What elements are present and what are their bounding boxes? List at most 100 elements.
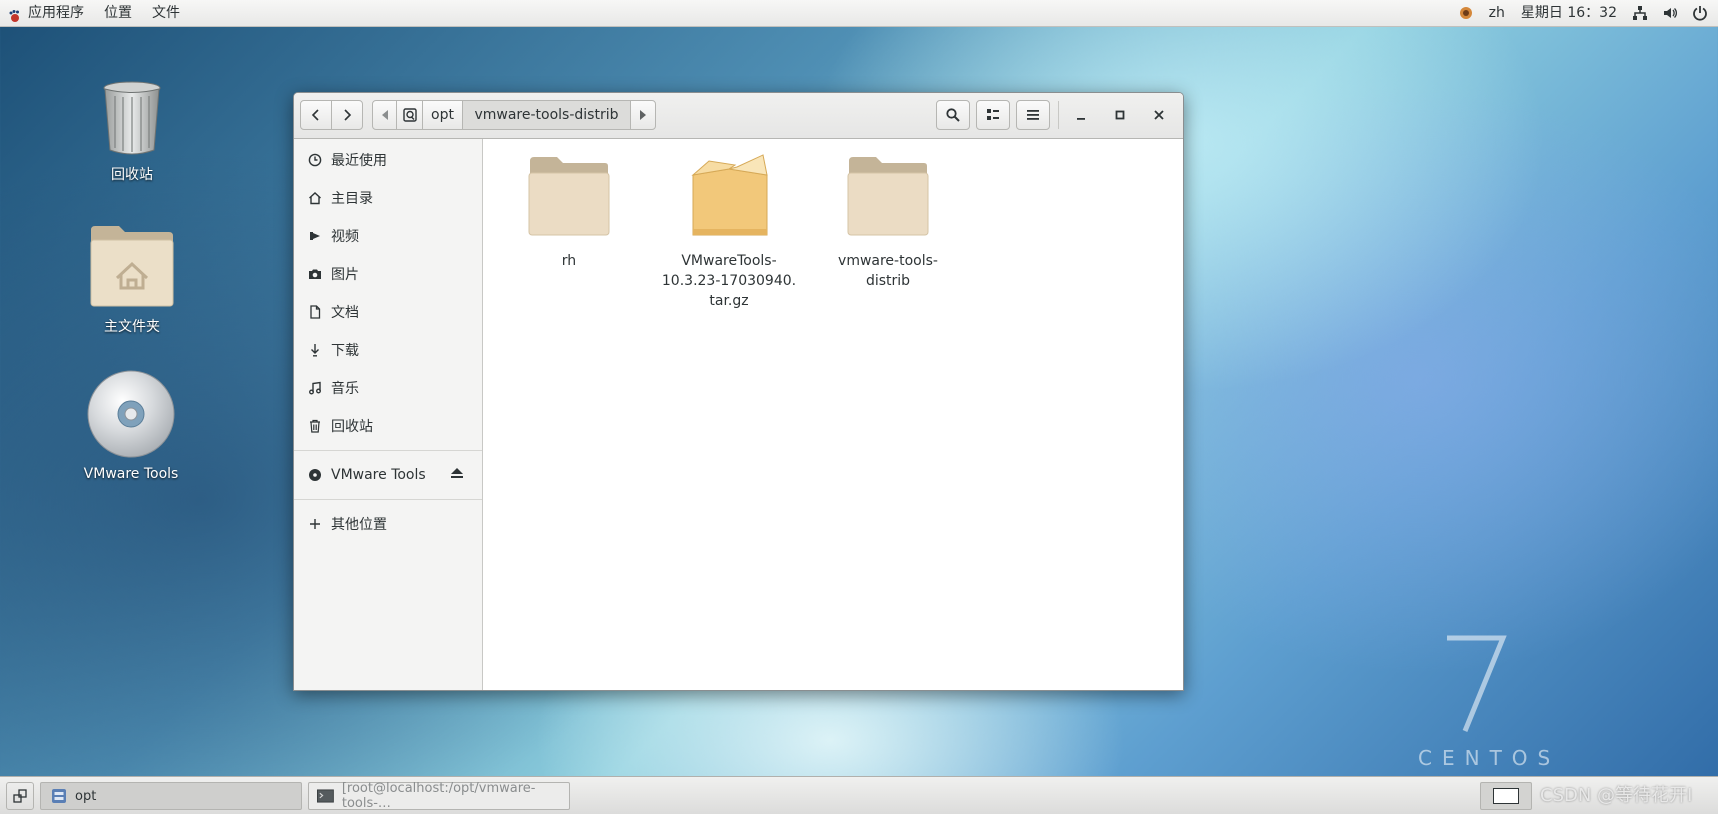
home-folder-icon: [90, 226, 174, 307]
workspace-switcher[interactable]: [1480, 782, 1532, 810]
clock-icon: [307, 152, 323, 168]
sidebar-item-documents[interactable]: 文档: [294, 293, 482, 331]
path-segment-current[interactable]: vmware-tools-distrib: [463, 101, 631, 129]
terminal-icon: [317, 789, 334, 803]
vmware-tray-icon[interactable]: [1458, 5, 1474, 21]
plus-icon: [307, 516, 323, 532]
sidebar-item-other-locations[interactable]: 其他位置: [294, 505, 482, 543]
minimize-icon: [1077, 118, 1085, 120]
applications-label: 应用程序: [28, 5, 84, 21]
sidebar-separator: [294, 450, 482, 451]
network-icon[interactable]: [1632, 5, 1648, 21]
file-name: rh: [561, 253, 577, 269]
taskbar-item-file-manager[interactable]: opt: [40, 782, 302, 810]
list-view-icon: [987, 109, 999, 120]
workspace-1[interactable]: [1493, 788, 1519, 804]
folder-icon: [528, 157, 610, 236]
desktop-trash[interactable]: 回收站: [72, 80, 192, 184]
file-item-rh[interactable]: rh: [499, 153, 639, 271]
taskbar-item-label: [root@localhost:/opt/vmware-tools-…: [341, 781, 536, 811]
back-button[interactable]: [300, 100, 332, 130]
sidebar-item-label: 最近使用: [331, 153, 387, 169]
music-icon: [307, 380, 323, 396]
csdn-watermark: CSDN @等待花开I: [1540, 785, 1693, 806]
file-name-line: 10.3.23-17030940.: [661, 273, 797, 289]
sidebar-item-label: 下载: [331, 343, 359, 359]
path-scroll-right[interactable]: [631, 101, 655, 129]
desktop-home-folder[interactable]: 主文件夹: [72, 224, 192, 336]
applications-menu[interactable]: 应用程序: [0, 0, 94, 26]
places-menu[interactable]: 位置: [94, 0, 142, 26]
top-panel: 应用程序 位置 文件 zh 星期日 16：32: [0, 0, 1718, 27]
header-bar: opt vmware-tools-distrib: [294, 93, 1183, 139]
sidebar-item-label: 图片: [331, 267, 359, 283]
power-icon[interactable]: [1692, 5, 1708, 21]
forward-button[interactable]: [331, 100, 363, 130]
file-name: vmware-tools-distrib: [838, 253, 938, 289]
close-icon: [1154, 110, 1164, 120]
disc-icon: [307, 467, 323, 483]
clock[interactable]: 星期日 16：32: [1513, 0, 1625, 26]
file-menu[interactable]: 文件: [142, 0, 190, 26]
show-desktop-icon: [13, 789, 27, 803]
chevron-left-icon: [311, 109, 319, 121]
maximize-icon: [1115, 110, 1125, 120]
file-manager-window: opt vmware-tools-distrib 最近使用 主目录 视频 图片 …: [293, 92, 1184, 691]
sidebar-item-label: 文档: [331, 305, 359, 321]
desktop-vmware-disc[interactable]: VMware Tools: [71, 370, 191, 482]
sidebar-item-label: VMware Tools: [331, 467, 426, 483]
file-name-line: tar.gz: [709, 293, 749, 309]
desktop-home-label: 主文件夹: [104, 319, 160, 335]
view-toggle-button[interactable]: [976, 100, 1010, 130]
file-name: VMwareTools- 10.3.23-17030940. tar.gz: [659, 251, 799, 311]
file-manager-icon: [52, 789, 66, 803]
chevron-right-icon: [344, 109, 352, 121]
path-root-button[interactable]: [397, 101, 423, 129]
taskbar-item-label: opt: [75, 788, 97, 804]
folder-icon: [847, 157, 929, 236]
sidebar-item-videos[interactable]: 视频: [294, 217, 482, 255]
sidebar-item-label: 主目录: [331, 191, 373, 207]
home-icon: [307, 190, 323, 206]
search-button[interactable]: [936, 100, 970, 130]
path-scroll-left[interactable]: [373, 101, 397, 129]
file-name-line: VMwareTools-: [681, 253, 777, 269]
volume-icon[interactable]: [1662, 5, 1678, 21]
sidebar-item-label: 回收站: [331, 419, 373, 435]
sidebar-item-label: 音乐: [331, 381, 359, 397]
places-sidebar: 最近使用 主目录 视频 图片 文档 下载 音乐 回收站 VMware Tools…: [294, 139, 483, 690]
cd-disc-icon: [87, 370, 175, 458]
camera-icon: [307, 266, 323, 282]
archive-package-icon: [691, 154, 768, 236]
close-button[interactable]: [1144, 100, 1174, 130]
minimize-button[interactable]: [1066, 100, 1096, 130]
language-indicator[interactable]: zh: [1481, 0, 1513, 26]
sidebar-item-downloads[interactable]: 下载: [294, 331, 482, 369]
trash-icon: [307, 418, 323, 434]
gnome-foot-icon: [8, 6, 22, 22]
video-icon: [307, 228, 323, 244]
sidebar-item-trash[interactable]: 回收站: [294, 407, 482, 445]
triangle-right-icon: [640, 110, 646, 120]
sidebar-item-pictures[interactable]: 图片: [294, 255, 482, 293]
file-item-vmwaretools-tarball[interactable]: VMwareTools- 10.3.23-17030940. tar.gz: [659, 153, 799, 311]
path-segment-opt[interactable]: opt: [423, 101, 463, 129]
path-bar: opt vmware-tools-distrib: [372, 100, 656, 130]
maximize-button[interactable]: [1105, 100, 1135, 130]
show-desktop-button[interactable]: [6, 782, 34, 810]
hamburger-icon: [1027, 110, 1039, 120]
file-item-vmware-tools-distrib[interactable]: vmware-tools-distrib: [818, 153, 958, 291]
sidebar-item-music[interactable]: 音乐: [294, 369, 482, 407]
sidebar-item-recent[interactable]: 最近使用: [294, 141, 482, 179]
sidebar-item-home[interactable]: 主目录: [294, 179, 482, 217]
menu-button[interactable]: [1016, 100, 1050, 130]
eject-icon[interactable]: [450, 467, 464, 483]
centos-wordmark: CENTOS: [1418, 746, 1561, 770]
desktop-trash-label: 回收站: [111, 167, 153, 183]
sidebar-item-vmware-tools[interactable]: VMware Tools: [294, 456, 482, 494]
sidebar-item-label: 视频: [331, 229, 359, 245]
taskbar-item-terminal[interactable]: [root@localhost:/opt/vmware-tools-…: [308, 781, 570, 811]
header-separator: [1058, 101, 1059, 129]
trash-bin-icon: [103, 81, 161, 155]
file-view[interactable]: rh VMwareTools- 10.3.23-17030940. tar.gz…: [483, 139, 1183, 690]
